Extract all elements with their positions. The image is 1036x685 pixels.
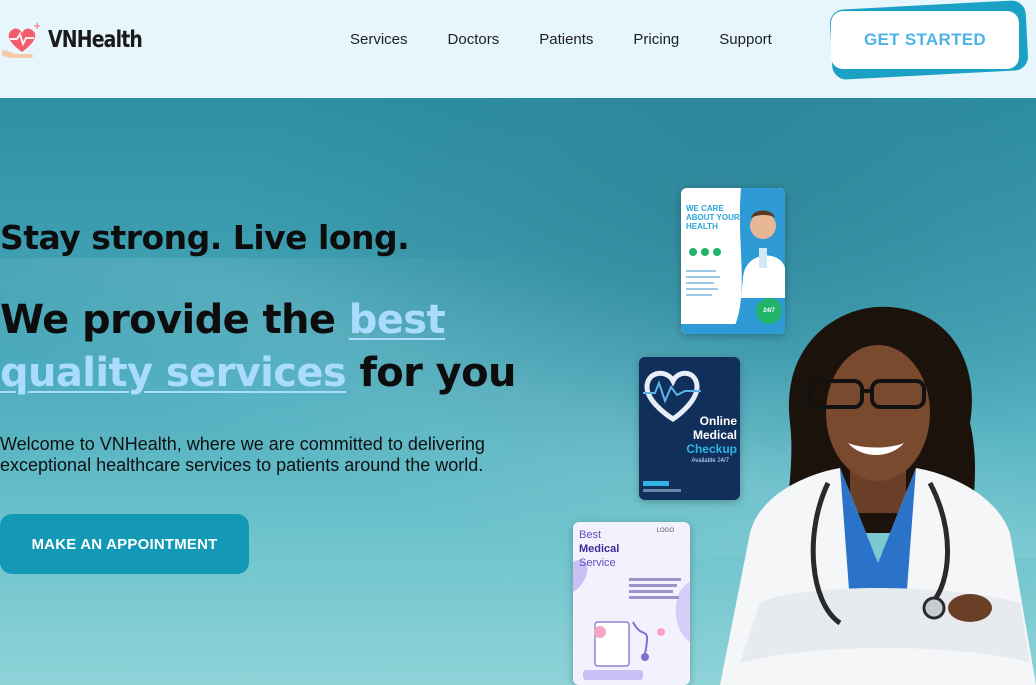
- nav-doctors[interactable]: Doctors: [448, 30, 500, 50]
- service-line-2-text: Medical: [579, 543, 620, 555]
- service-line-3: Service: [579, 557, 616, 569]
- get-started-wrapper: GET STARTED: [829, 0, 1029, 81]
- hero-headline: We provide the best quality services for…: [0, 294, 560, 400]
- flyer-we-care-title: WE CARE ABOUT YOUR HEALTH: [686, 204, 740, 231]
- nav-pricing[interactable]: Pricing: [633, 30, 679, 50]
- brand-logo[interactable]: + VNHealth: [0, 20, 163, 60]
- hero-intro: Welcome to VNHealth, where we are commit…: [0, 434, 485, 475]
- svg-text:+: +: [33, 21, 41, 32]
- nav-services[interactable]: Services: [350, 30, 408, 50]
- flyer-service-title: Best Medical Service: [579, 528, 619, 570]
- brand-name: VNHealth: [48, 27, 143, 53]
- headline-pre: We provide the: [0, 297, 349, 343]
- nav-patients[interactable]: Patients: [539, 30, 593, 50]
- headline-post: for you: [346, 350, 516, 396]
- heart-hand-icon: +: [0, 20, 44, 60]
- service-line-2: Medical: [579, 542, 619, 556]
- doctor-photo: [720, 306, 1036, 685]
- get-started-button[interactable]: GET STARTED: [831, 11, 1019, 69]
- main-nav: Services Doctors Patients Pricing Suppor…: [350, 30, 812, 50]
- nav-support[interactable]: Support: [719, 30, 772, 50]
- make-appointment-button[interactable]: MAKE AN APPOINTMENT: [0, 514, 249, 574]
- site-header: + VNHealth Services Doctors Patients Pri…: [0, 0, 1036, 98]
- hero-section: Stay strong. Live long. We provide the b…: [0, 98, 1036, 685]
- hero-tagline: Stay strong. Live long.: [0, 218, 410, 257]
- flyer-logo-placeholder: LOGO: [656, 528, 674, 534]
- service-line-1: Best: [579, 529, 602, 541]
- flyer-best-medical-service: Best Medical Service LOGO: [573, 522, 690, 685]
